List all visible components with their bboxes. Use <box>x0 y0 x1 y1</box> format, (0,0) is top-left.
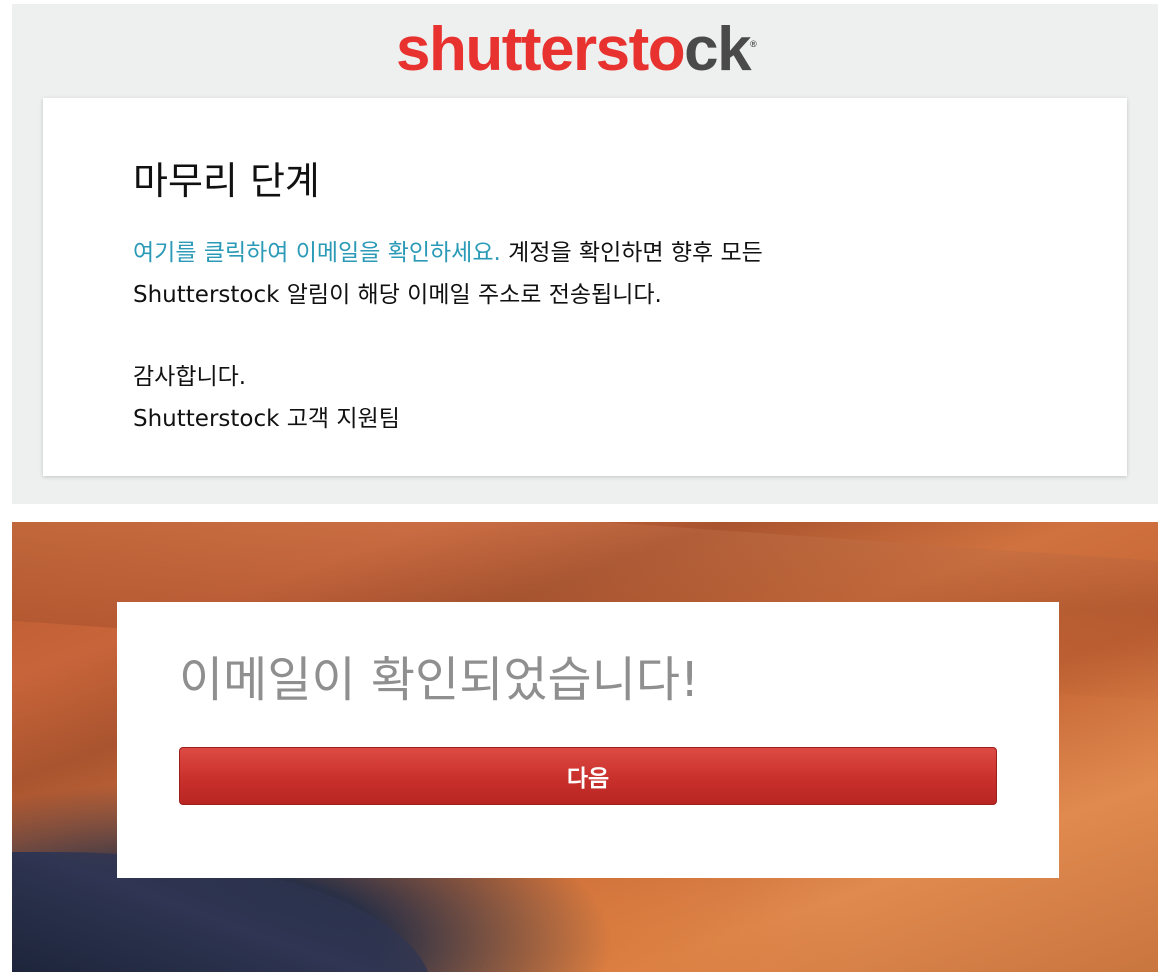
logo-text-red: shutterst <box>396 15 649 84</box>
email-card: 마무리 단계 여기를 클릭하여 이메일을 확인하세요. 계정을 확인하면 향후 … <box>43 98 1127 476</box>
email-title: 마무리 단계 <box>133 159 320 203</box>
next-button[interactable]: 다음 <box>179 747 997 805</box>
verify-email-link[interactable]: 여기를 클릭하여 이메일을 확인하세요. <box>133 240 501 266</box>
email-body-text-1: 계정을 확인하면 향후 모든 <box>500 240 763 266</box>
logo-text-dark: ck <box>684 15 751 84</box>
email-panel: shutterstock® 마무리 단계 여기를 클릭하여 이메일을 확인하세요… <box>12 4 1158 504</box>
email-signature: 감사합니다. Shutterstock 고객 지원팀 <box>133 356 400 440</box>
email-body: 여기를 클릭하여 이메일을 확인하세요. 계정을 확인하면 향후 모든 Shut… <box>133 232 1033 316</box>
signature-team: Shutterstock 고객 지원팀 <box>133 406 400 432</box>
confirmation-card: 이메일이 확인되었습니다! 다음 <box>117 602 1059 878</box>
shutterstock-logo: shutterstock® <box>396 14 757 86</box>
confirmation-title: 이메일이 확인되었습니다! <box>179 652 700 708</box>
signature-thanks: 감사합니다. <box>133 364 247 390</box>
email-body-text-2: Shutterstock 알림이 해당 이메일 주소로 전송됩니다. <box>133 282 662 308</box>
confirmation-panel: 이메일이 확인되었습니다! 다음 <box>12 522 1158 972</box>
registered-mark: ® <box>750 39 757 49</box>
logo-text-o: o <box>647 15 686 84</box>
